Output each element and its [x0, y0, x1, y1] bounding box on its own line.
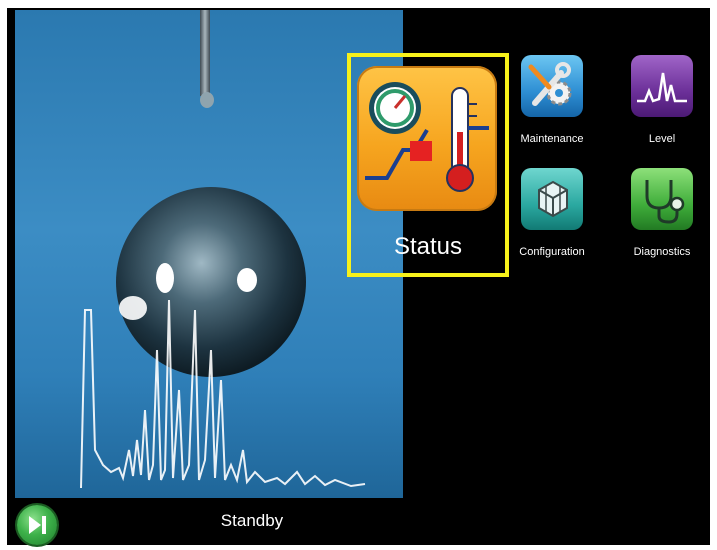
play-pause-icon — [29, 516, 46, 534]
mercury-drop-illustration — [80, 10, 366, 489]
gauge-thermometer-icon — [357, 66, 497, 211]
device-screen: Status Maintenance Level Configuration D… — [7, 8, 710, 545]
status-label: Status — [393, 233, 463, 260]
diagnostics-tile[interactable]: Diagnostics — [616, 168, 708, 258]
wrench-gear-icon — [521, 55, 583, 117]
status-tile[interactable]: Status — [347, 53, 509, 277]
configuration-tile[interactable]: Configuration — [506, 168, 598, 258]
waveform-icon — [631, 55, 693, 117]
configuration-label: Configuration — [519, 246, 585, 258]
diagnostics-label: Diagnostics — [633, 246, 691, 258]
cubes-icon — [521, 168, 583, 230]
status-bar: Standby — [7, 501, 710, 545]
maintenance-tile[interactable]: Maintenance — [506, 55, 598, 145]
run-button[interactable] — [17, 505, 57, 545]
standby-status-text: Standby — [220, 511, 284, 530]
level-tile[interactable]: Level — [616, 55, 708, 145]
mercury-drop-photo — [15, 10, 403, 498]
stethoscope-icon — [631, 168, 693, 230]
maintenance-label: Maintenance — [520, 133, 584, 145]
level-label: Level — [648, 133, 676, 145]
